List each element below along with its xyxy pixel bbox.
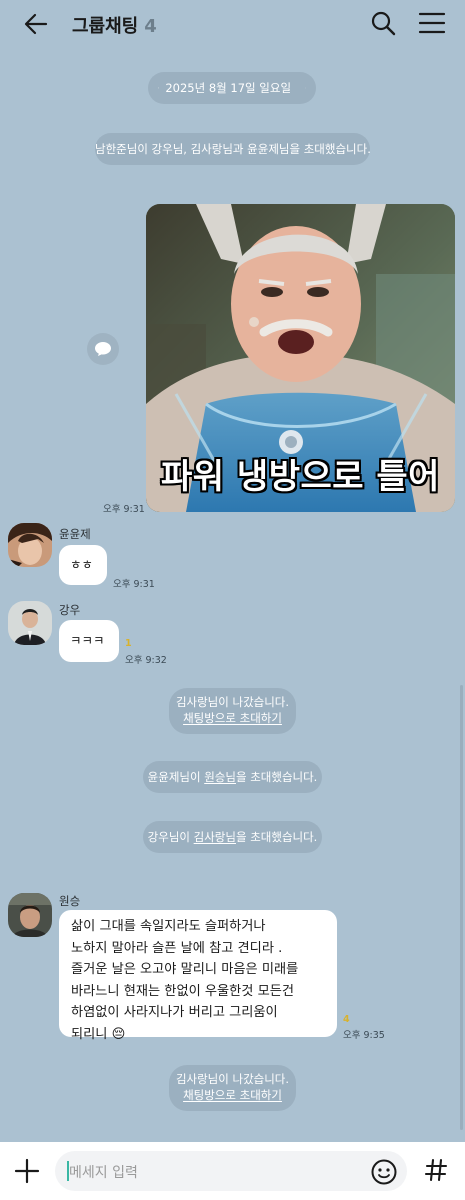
scrollbar[interactable] — [460, 685, 463, 1130]
message-bubble[interactable]: ㅋㅋㅋ — [59, 620, 119, 662]
share-button[interactable] — [87, 333, 119, 365]
unread-count: 1 — [125, 638, 132, 649]
system-notice-invite: 윤윤제님이 원승님을 초대했습니다. — [143, 761, 322, 793]
hashtag-icon[interactable] — [423, 1157, 449, 1183]
avatar[interactable] — [8, 601, 52, 645]
search-icon[interactable] — [370, 10, 396, 36]
photo-caption: 파워 냉방으로 틀어 — [161, 457, 440, 497]
system-notice-invite: 남한준님이 강우님, 김사랑님과 윤윤제님을 초대했습니다. — [95, 133, 371, 165]
message-text-line: 바라느니 현재는 한없이 우울한것 모든건 — [71, 983, 295, 999]
message-text-line: 즐거운 날은 오고야 말리니 마음은 미래를 — [71, 962, 299, 977]
date-divider[interactable]: 2025년 8월 17일 일요일 — [148, 72, 316, 104]
sender-name: 원승 — [59, 894, 81, 908]
system-notice-left: 김사랑님이 나갔습니다. 채팅방으로 초대하기 — [169, 688, 296, 734]
message-text: ㅎㅎ — [70, 557, 94, 572]
system-notice-invite: 강우님이 김사랑님을 초대했습니다. — [143, 821, 322, 853]
profile-photo-icon — [8, 523, 52, 567]
message-text-line: 노하지 말아라 슬픈 날에 참고 견디라 . — [71, 940, 283, 956]
emoji-icon[interactable] — [370, 1158, 398, 1186]
message-bubble[interactable]: ㅎㅎ — [59, 545, 107, 585]
reinvite-link[interactable]: 채팅방으로 초대하기 — [169, 710, 296, 726]
notice-text: 을 초대했습니다. — [235, 770, 318, 784]
message-text-line: 되리니 😔 — [71, 1026, 126, 1042]
notice-text: 강우님이 — [147, 830, 194, 844]
profile-photo-icon — [8, 601, 52, 645]
plus-icon[interactable] — [12, 1156, 42, 1186]
message-bubble[interactable]: 삶이 그대를 속일지라도 슬퍼하거나 노하지 말아라 슬픈 날에 참고 견디라 … — [59, 910, 337, 1042]
message-time: 오후 9:32 — [125, 655, 167, 666]
date-text: 2025년 8월 17일 일요일 — [165, 81, 292, 95]
notice-user-link[interactable]: 원승님 — [204, 770, 236, 784]
notice-text: 을 초대했습니다. — [235, 830, 318, 844]
calendar-icon — [158, 87, 160, 89]
message-time: 오후 9:31 — [113, 579, 155, 590]
back-arrow-icon[interactable] — [22, 10, 50, 38]
reinvite-link[interactable]: 채팅방으로 초대하기 — [169, 1087, 296, 1103]
profile-photo-icon — [8, 893, 52, 937]
system-notice-left: 김사랑님이 나갔습니다. 채팅방으로 초대하기 — [169, 1065, 296, 1111]
photo-message[interactable]: 파워 냉방으로 틀어 — [146, 204, 455, 512]
notice-user-link[interactable]: 김사랑님 — [194, 830, 236, 844]
member-count: 4 — [144, 16, 157, 37]
avatar[interactable] — [8, 893, 52, 937]
chevron-right-icon — [305, 87, 306, 89]
notice-text: 김사랑님이 나갔습니다. — [175, 1072, 290, 1086]
message-input-placeholder: 메세지 입력 — [69, 1165, 138, 1181]
notice-text: 윤윤제님이 — [147, 770, 205, 784]
avatar[interactable] — [8, 523, 52, 567]
message-input[interactable]: 메세지 입력 — [55, 1151, 407, 1191]
message-time: 오후 9:31 — [103, 504, 145, 515]
chat-title-text: 그룹채팅 — [72, 16, 139, 37]
speech-bubble-icon — [95, 342, 111, 356]
message-time: 오후 9:35 — [343, 1030, 385, 1041]
message-text-line: 하염없이 사라지나가 버리고 그리움이 — [71, 1005, 278, 1020]
message-text-line: 삶이 그대를 속일지라도 슬퍼하거나 — [71, 919, 266, 934]
sender-name: 윤윤제 — [59, 527, 91, 541]
notice-text: 남한준님이 강우님, 김사랑님과 윤윤제님을 초대했습니다. — [95, 142, 371, 156]
chat-header: 그룹채팅 4 — [0, 0, 465, 48]
chat-title: 그룹채팅 4 — [72, 12, 157, 38]
sender-name: 강우 — [59, 603, 81, 617]
unread-count: 4 — [343, 1014, 350, 1025]
message-text: ㅋㅋㅋ — [70, 633, 105, 648]
menu-icon[interactable] — [418, 10, 446, 36]
notice-text: 김사랑님이 나갔습니다. — [175, 695, 290, 709]
